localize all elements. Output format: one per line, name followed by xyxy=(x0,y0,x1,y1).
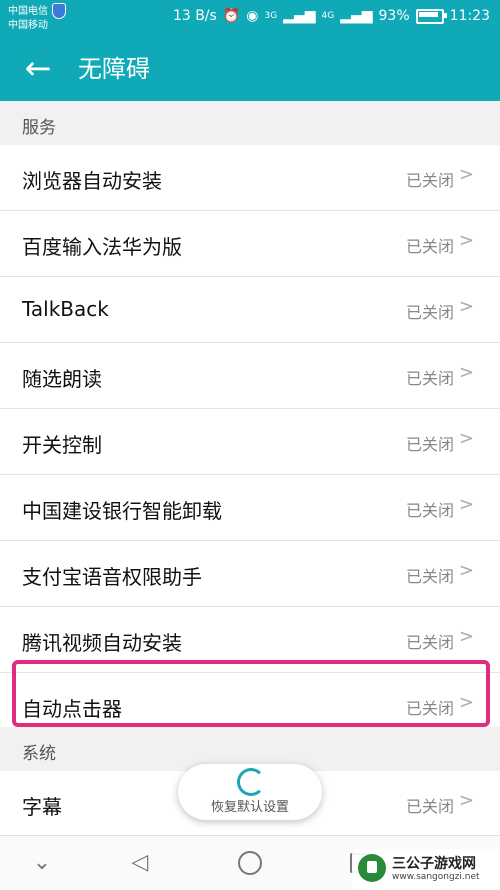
circle-home-icon xyxy=(238,851,262,875)
item-label: 中国建设银行智能卸载 xyxy=(22,499,222,523)
shield-icon xyxy=(52,3,66,19)
app-bar: ← 无障碍 xyxy=(0,36,500,101)
carrier-1: 中国电信 xyxy=(8,5,48,17)
android-logo-icon xyxy=(358,854,386,882)
back-button[interactable]: ← xyxy=(18,48,58,88)
item-status: 已关闭 xyxy=(405,237,454,256)
item-label: 开关控制 xyxy=(22,433,102,457)
section-title: 系统 xyxy=(22,744,56,764)
list-item-browser-auto-install[interactable]: 浏览器自动安装 已关闭 > xyxy=(0,145,500,211)
item-status: 已关闭 xyxy=(405,501,454,520)
item-status: 已关闭 xyxy=(405,171,454,190)
signal-bars-icon: ▂▄▆ xyxy=(340,8,373,24)
chevron-right-icon: > xyxy=(458,494,474,515)
chevron-right-icon: > xyxy=(458,230,474,251)
battery-percent: 93% xyxy=(378,8,410,24)
section-title: 服务 xyxy=(22,118,56,138)
status-right: 13 B/s ⏰ ◉ 3G ▂▄▆ 4G ▂▄▆ 93% 11:23 xyxy=(173,8,490,24)
nav-home-button[interactable] xyxy=(230,846,270,880)
refresh-icon xyxy=(237,768,265,796)
chevron-right-icon: > xyxy=(458,164,474,185)
chevron-right-icon: > xyxy=(458,626,474,647)
clock: 11:23 xyxy=(449,8,490,24)
item-label: TalkBack xyxy=(22,297,109,321)
nav-back-button[interactable]: ◁ xyxy=(120,846,160,880)
item-label: 百度输入法华为版 xyxy=(22,235,182,259)
arrow-left-icon: ← xyxy=(24,49,52,87)
list-item-tencent-video-install[interactable]: 腾讯视频自动安装 已关闭 > xyxy=(0,607,500,673)
eye-icon: ◉ xyxy=(246,8,259,24)
battery-fill xyxy=(418,11,438,17)
item-label: 随选朗读 xyxy=(22,367,102,391)
list-item-ccb-uninstall[interactable]: 中国建设银行智能卸载 已关闭 > xyxy=(0,475,500,541)
item-label: 浏览器自动安装 xyxy=(22,169,162,193)
reset-label: 恢复默认设置 xyxy=(210,800,289,815)
item-status: 已关闭 xyxy=(405,435,454,454)
item-label: 自动点击器 xyxy=(22,697,122,721)
item-label: 字幕 xyxy=(22,795,62,819)
battery-icon xyxy=(415,8,447,24)
watermark: 三公子游戏网 www.sangongzi.net xyxy=(352,849,500,889)
status-bar: 中国电信 中国移动 13 B/s ⏰ ◉ 3G ▂▄▆ 4G ▂▄▆ 93% 1… xyxy=(0,0,500,36)
alarm-icon: ⏰ xyxy=(222,8,241,24)
chevron-right-icon: > xyxy=(458,790,474,811)
list-item-baidu-ime[interactable]: 百度输入法华为版 已关闭 > xyxy=(0,211,500,277)
chevron-right-icon: > xyxy=(458,362,474,383)
item-label: 腾讯视频自动安装 xyxy=(22,631,182,655)
item-status: 已关闭 xyxy=(405,633,454,652)
carrier-2: 中国移动 xyxy=(8,20,48,31)
signal-bars-icon: ▂▄▆ xyxy=(283,8,316,24)
chevron-down-icon: ⌄ xyxy=(32,850,52,875)
signal-4g: 4G xyxy=(321,11,335,21)
watermark-url: www.sangongzi.net xyxy=(392,872,480,882)
list-item-select-to-speak[interactable]: 随选朗读 已关闭 > xyxy=(0,343,500,409)
network-speed: 13 B/s xyxy=(172,8,217,24)
reset-defaults-button[interactable]: 恢复默认设置 xyxy=(178,764,322,820)
chevron-right-icon: > xyxy=(458,428,474,449)
services-list: 浏览器自动安装 已关闭 > 百度输入法华为版 已关闭 > TalkBack 已关… xyxy=(0,145,500,738)
item-status: 已关闭 xyxy=(405,797,454,816)
chevron-right-icon: > xyxy=(458,560,474,581)
page-title: 无障碍 xyxy=(78,55,150,83)
item-status: 已关闭 xyxy=(405,699,454,718)
chevron-right-icon: > xyxy=(458,296,474,317)
carrier-info: 中国电信 中国移动 xyxy=(8,3,66,32)
nav-hide-button[interactable]: ⌄ xyxy=(22,846,62,880)
item-status: 已关闭 xyxy=(405,567,454,586)
triangle-back-icon: ◁ xyxy=(131,850,149,875)
chevron-right-icon: > xyxy=(458,692,474,713)
list-item-alipay-voice[interactable]: 支付宝语音权限助手 已关闭 > xyxy=(0,541,500,607)
section-header-services: 服务 xyxy=(0,101,500,145)
item-status: 已关闭 xyxy=(405,303,454,322)
item-label: 支付宝语音权限助手 xyxy=(22,565,202,589)
item-status: 已关闭 xyxy=(405,369,454,388)
signal-3g: 3G xyxy=(264,11,278,21)
watermark-name: 三公子游戏网 xyxy=(392,856,476,872)
list-item-talkback[interactable]: TalkBack 已关闭 > xyxy=(0,277,500,343)
list-item-switch-access[interactable]: 开关控制 已关闭 > xyxy=(0,409,500,475)
